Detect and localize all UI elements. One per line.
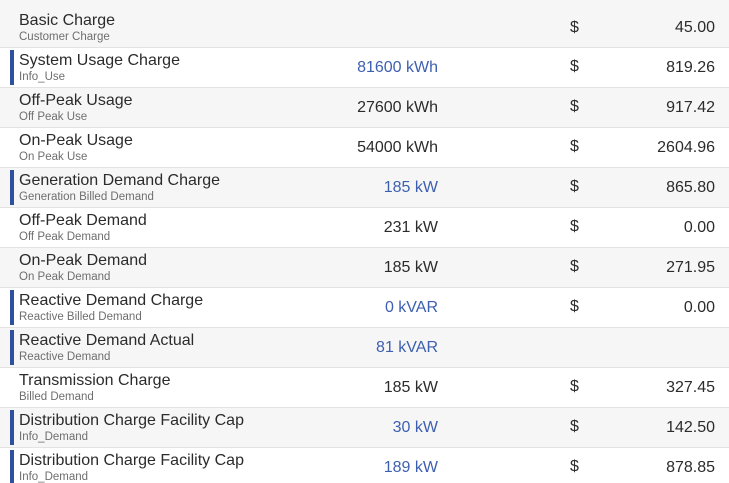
row-accent-bar <box>10 50 14 85</box>
charge-subtitle: On Peak Demand <box>19 271 111 283</box>
charge-name: Generation Demand Charge <box>19 172 221 189</box>
charge-name: Distribution Charge Facility Cap <box>19 452 244 469</box>
charge-row: Reactive Demand Charge Reactive Billed De… <box>0 288 729 328</box>
charge-subtitle: Reactive Demand <box>19 351 111 363</box>
charge-row: On-Peak Demand On Peak Demand 185 kW $271.9… <box>0 248 729 288</box>
charge-subtitle: Off Peak Use <box>19 111 88 123</box>
currency-symbol: $ <box>570 298 579 315</box>
charge-name: Reactive Demand Charge <box>19 292 204 309</box>
currency-symbol: $ <box>570 218 579 235</box>
charge-subtitle: Info_Demand <box>19 471 89 483</box>
charge-name: Basic Charge <box>19 12 116 29</box>
charge-row: Reactive Demand Actual Reactive Demand 81 … <box>0 328 729 368</box>
charge-name: System Usage Charge <box>19 52 180 69</box>
charge-row: System Usage Charge Info_Use 81600 kWh $819… <box>0 48 729 88</box>
currency-symbol: $ <box>570 258 579 275</box>
charge-subtitle: Off Peak Demand <box>19 231 111 243</box>
quantity-link[interactable]: 30 kW <box>393 419 438 437</box>
charge-amount: 819.26 <box>666 59 715 76</box>
charge-row: Off-Peak Demand Off Peak Demand 231 kW $0.0… <box>0 208 729 248</box>
charge-amount: 142.50 <box>666 419 715 436</box>
row-accent-bar <box>10 410 14 445</box>
quantity-value: 27600 kWh <box>357 99 438 116</box>
charge-amount: 327.45 <box>666 379 715 396</box>
charge-subtitle: On Peak Use <box>19 151 88 163</box>
charge-row: Off-Peak Usage Off Peak Use 27600 kWh $917.… <box>0 88 729 128</box>
quantity-value: 54000 kWh <box>357 139 438 156</box>
currency-symbol: $ <box>570 58 579 75</box>
quantity-link[interactable]: 81600 kWh <box>357 59 438 77</box>
currency-symbol: $ <box>570 458 579 475</box>
quantity-link[interactable]: 185 kW <box>384 179 438 197</box>
charge-amount: 0.00 <box>683 299 715 316</box>
currency-symbol: $ <box>570 138 579 155</box>
charge-name: Off-Peak Demand <box>19 212 147 229</box>
charge-row: Transmission Charge Billed Demand 185 kW $3… <box>0 368 729 408</box>
currency-symbol: $ <box>570 178 579 195</box>
charge-amount: 45.00 <box>674 19 715 36</box>
charge-name: Transmission Charge <box>19 372 171 389</box>
charge-subtitle: Customer Charge <box>19 31 110 43</box>
quantity-link[interactable]: 81 kVAR <box>376 339 438 357</box>
quantity-link[interactable]: 0 kVAR <box>385 299 438 317</box>
row-accent-bar <box>10 450 14 483</box>
currency-symbol: $ <box>570 19 579 36</box>
charge-amount: 2604.96 <box>657 139 715 156</box>
charge-name: Off-Peak Usage <box>19 92 133 109</box>
charge-row: On-Peak Usage On Peak Use 54000 kWh $2604.9… <box>0 128 729 168</box>
charge-subtitle: Generation Billed Demand <box>19 191 154 203</box>
currency-symbol: $ <box>570 378 579 395</box>
quantity-value: 185 kW <box>383 379 438 396</box>
charge-amount: 917.42 <box>666 99 715 116</box>
charge-row: Distribution Charge Facility Cap Info_Dem… <box>0 408 729 448</box>
charge-subtitle: Billed Demand <box>19 391 94 403</box>
quantity-link[interactable]: 189 kW <box>384 459 438 477</box>
row-accent-bar <box>10 170 14 205</box>
row-accent-bar <box>10 330 14 365</box>
charge-subtitle: Info_Use <box>19 71 66 83</box>
charge-amount: 0.00 <box>683 219 715 236</box>
charge-name: On-Peak Demand <box>19 252 148 269</box>
currency-symbol: $ <box>570 418 579 435</box>
charge-subtitle: Reactive Billed Demand <box>19 311 142 323</box>
charge-amount: 878.85 <box>666 459 715 476</box>
charge-subtitle: Info_Demand <box>19 431 89 443</box>
charge-name: Distribution Charge Facility Cap <box>19 412 244 429</box>
currency-symbol: $ <box>570 98 579 115</box>
quantity-value: 231 kW <box>383 219 438 236</box>
charge-row: Generation Demand Charge Generation Bille… <box>0 168 729 208</box>
charge-row: Basic Charge Customer Charge $45.00 <box>0 0 729 48</box>
charge-name: Reactive Demand Actual <box>19 332 195 349</box>
charges-table: Basic Charge Customer Charge $45.00 System … <box>0 0 729 483</box>
charge-name: On-Peak Usage <box>19 132 133 149</box>
quantity-value: 185 kW <box>383 259 438 276</box>
row-accent-bar <box>10 290 14 325</box>
charge-row: Distribution Charge Facility Cap Info_Dem… <box>0 448 729 483</box>
charge-amount: 271.95 <box>666 259 715 276</box>
charge-amount: 865.80 <box>666 179 715 196</box>
